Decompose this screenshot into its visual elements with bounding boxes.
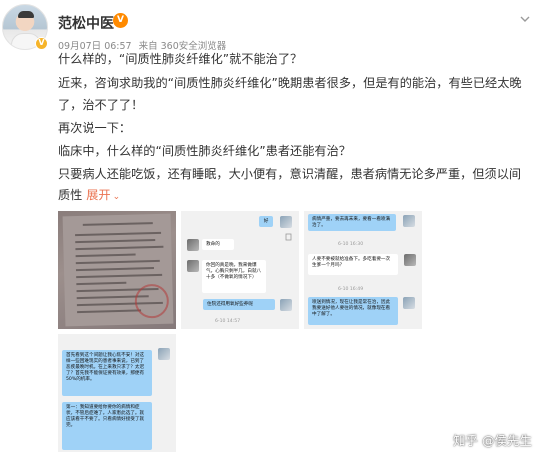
avatar <box>187 239 199 251</box>
weibo-post: V 范松中医 V 09月07日 06:57 来自 360安全浏览器 什么样的，“… <box>0 0 544 465</box>
chat-bubble: 人要不要被就给准备下。多吃着要一次生爹一个月吗？ <box>308 254 398 275</box>
content-line-text: 质性 <box>58 188 83 202</box>
stamp <box>134 283 170 319</box>
author-name[interactable]: 范松中医 <box>58 13 114 33</box>
expand-chevron-icon: ⌄ <box>112 192 121 202</box>
image-thumbnail-chat-2[interactable]: 病情严重，要去再末来，要看一看喷满治了。 6-10 16:30 人要不要被就给准… <box>304 211 422 329</box>
chat-bubble: 病情严重，要去再末来，要看一看喷满治了。 <box>308 214 396 231</box>
vip-icon[interactable]: V <box>113 13 128 28</box>
content-line: 只要病人还能吃饭，还有睡眠，大小便有，意识清醒，患者病情无论多严重，但须以间 <box>58 167 522 181</box>
chat-timestamp: 6-10 16:49 <box>338 287 364 292</box>
post-meta: 09月07日 06:57 来自 360安全浏览器 <box>58 38 230 52</box>
avatar <box>404 254 416 266</box>
chat-timestamp: 6-10 14:57 <box>215 319 241 324</box>
chat-bubble: 救命的 <box>202 239 234 250</box>
chevron-down-icon[interactable] <box>520 14 530 24</box>
avatar <box>403 297 415 309</box>
copy-icon <box>285 233 292 241</box>
chat-bubble: 住院还得用氧好些养呢 <box>203 299 275 310</box>
content-line: 再次说一下： <box>58 121 132 135</box>
chat-bubble: 你回的真是晚，我来做爆气，心胸只剩半几，白就八十多（不做氧的情况下） <box>202 260 266 293</box>
watermark: 知乎 @侯先生 <box>453 433 532 448</box>
chat-bubble: 好 <box>259 216 273 227</box>
avatar <box>280 216 292 228</box>
avatar <box>158 348 170 360</box>
document-photo <box>62 213 174 327</box>
avatar <box>403 215 415 227</box>
image-thumbnail-document[interactable] <box>58 211 176 329</box>
expand-label: 展开 <box>86 188 111 202</box>
chat-bubble: 喷送到情况，现在让我是常在治，因此我要送好他人要往的情况，就像现在看中了解了。 <box>308 297 398 325</box>
chat-bubble: 第一：我知道要给你要你的病情和症状，不管后症难了。人家患此选了。就应该看干不要了… <box>62 402 152 450</box>
verified-badge-icon: V <box>35 37 48 50</box>
chat-bubble: 首先看到这个间题让我心焦不安！对这样一些困难现实的患者事来说，已到了恶疾最晚时机… <box>62 350 152 396</box>
expand-link[interactable]: 展开 ⌄ <box>86 188 120 202</box>
image-thumbnail-chat-1[interactable]: 好 救命的 你回的真是晚，我来做爆气，心胸只剩半几，白就八十多（不做氧的情况下）… <box>181 211 299 329</box>
image-thumbnail-chat-3[interactable]: 首先看到这个间题让我心焦不安！对这样一些困难现实的患者事来说，已到了恶疾最晚时机… <box>58 334 176 452</box>
chat-timestamp: 6-10 16:30 <box>338 242 364 247</box>
content-line: 什么样的，“间质性肺炎纤维化”就不能治了？ <box>58 52 303 66</box>
content-line-last: 质性 展开 ⌄ <box>58 187 120 205</box>
content-line: 近来，咨询求助我的“间质性肺炎纤维化”晚期患者很多，但是有的能治，有些已经太晚 <box>58 76 522 90</box>
avatar <box>280 299 292 311</box>
content-line: 了，治不了了！ <box>58 98 144 112</box>
avatar <box>187 260 199 272</box>
content-line: 临床中，什么样的“间质性肺炎纤维化”患者还能有治？ <box>58 144 351 158</box>
